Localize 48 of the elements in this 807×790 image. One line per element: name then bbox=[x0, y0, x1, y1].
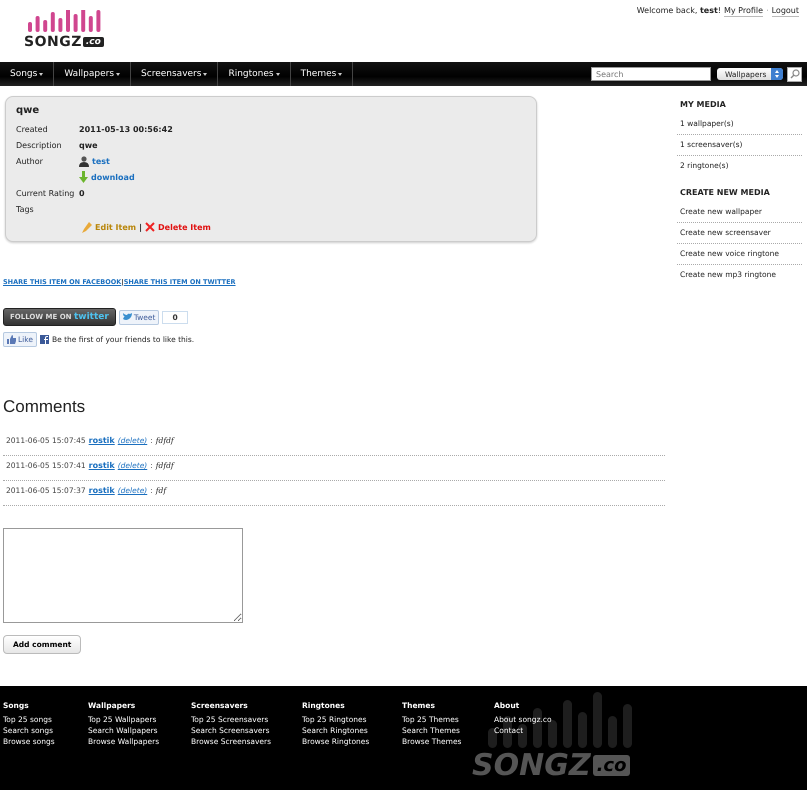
nav-menu-item[interactable]: Wallpapers bbox=[54, 62, 132, 86]
nav-menu-item[interactable]: Screensavers bbox=[131, 62, 218, 86]
facebook-icon bbox=[40, 335, 49, 344]
field-value: 2011-05-13 00:56:42 bbox=[79, 124, 173, 134]
sidebar-heading: MY MEDIA bbox=[679, 99, 727, 111]
item-title: qwe bbox=[16, 105, 40, 116]
field-label: Author bbox=[16, 156, 43, 166]
author-link[interactable]: test bbox=[92, 156, 110, 166]
comments-heading: Comments bbox=[3, 397, 86, 417]
separator: · bbox=[766, 6, 769, 15]
cross-icon bbox=[145, 222, 156, 232]
search-field[interactable]: Search bbox=[591, 67, 711, 81]
up-down-arrows-icon bbox=[771, 68, 783, 80]
caret-icon bbox=[276, 72, 280, 76]
down-arrow-icon bbox=[79, 171, 88, 183]
sidebar-heading: CREATE NEW MEDIA bbox=[679, 187, 771, 199]
watermark-suffix: .co bbox=[592, 755, 630, 776]
nav-menu-item[interactable]: Songs bbox=[0, 62, 54, 86]
field-value: qwe bbox=[79, 140, 98, 150]
nav-menu-item[interactable]: Themes bbox=[290, 62, 354, 86]
caret-icon bbox=[116, 72, 120, 76]
nav-menu-item[interactable]: Ringtones bbox=[218, 62, 291, 86]
logo-name: SONGZ bbox=[24, 34, 82, 50]
field-label: Created bbox=[16, 124, 48, 134]
comment-input[interactable] bbox=[3, 528, 243, 623]
thumbs-up-icon bbox=[7, 335, 16, 344]
comment-author-link[interactable]: rostik bbox=[88, 461, 115, 470]
user-icon bbox=[79, 156, 89, 166]
bird-icon bbox=[122, 313, 132, 321]
comment-author-link[interactable]: rostik bbox=[88, 436, 115, 445]
field-label: Current Rating bbox=[16, 188, 74, 198]
field-value: 0 bbox=[79, 188, 85, 198]
caret-icon bbox=[338, 72, 342, 76]
user-link[interactable]: Logout bbox=[772, 6, 799, 17]
download-link[interactable]: download bbox=[91, 172, 135, 182]
comment-author-link[interactable]: rostik bbox=[88, 486, 115, 495]
field-label: Description bbox=[16, 140, 62, 150]
search-button[interactable] bbox=[787, 66, 802, 82]
welcome-text: Welcome back, test! bbox=[636, 6, 721, 15]
field-label: Tags bbox=[16, 204, 34, 214]
logo-suffix: .co bbox=[82, 37, 104, 47]
caret-icon bbox=[203, 72, 208, 76]
watermark-name: SONGZ bbox=[472, 748, 591, 783]
user-link[interactable]: My Profile bbox=[724, 6, 764, 17]
caret-icon bbox=[39, 72, 44, 76]
pencil-icon bbox=[82, 222, 92, 232]
separator: | bbox=[139, 222, 142, 232]
delete-link[interactable]: Delete Item bbox=[158, 222, 211, 232]
